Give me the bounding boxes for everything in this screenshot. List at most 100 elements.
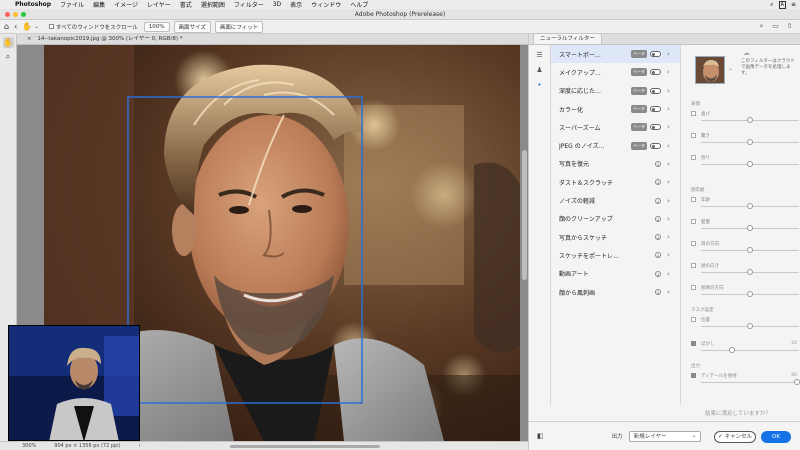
menu-window[interactable]: ウィンドウ	[311, 0, 341, 9]
zoom-100-button[interactable]: 100%	[143, 21, 170, 32]
cancel-button[interactable]: ✓ キャンセル	[714, 431, 756, 443]
filter-row[interactable]: 顔から風刺画 ↓ ›	[551, 283, 680, 301]
fit-screen-button[interactable]: 画面サイズ	[173, 20, 211, 33]
download-icon[interactable]: ↓	[655, 197, 661, 204]
filter-toggle[interactable]	[650, 124, 661, 131]
hand-tool-icon[interactable]: ✋	[2, 37, 14, 48]
filter-row[interactable]: メイクアップ… ベータ ›	[551, 63, 680, 81]
preset-dropdown-icon[interactable]: ⌄	[34, 24, 39, 30]
slider-checkbox[interactable]	[691, 317, 696, 322]
slider-checkbox[interactable]	[691, 133, 696, 138]
minimize-window-button[interactable]	[13, 12, 18, 17]
download-icon[interactable]: ↓	[655, 234, 661, 241]
slider-knob[interactable]	[729, 347, 736, 353]
slider-knob[interactable]	[747, 117, 753, 123]
slider-checkbox[interactable]	[691, 341, 696, 346]
back-icon[interactable]: ‹	[14, 22, 17, 31]
status-chevron-icon[interactable]: ›	[139, 443, 141, 449]
filter-row[interactable]: カラー化 ベータ ›	[551, 100, 680, 118]
menu-select[interactable]: 選択範囲	[201, 0, 225, 9]
chevron-right-icon[interactable]: ›	[667, 105, 672, 113]
slider-knob[interactable]	[747, 291, 753, 297]
filter-row[interactable]: 深度に応じた… ベータ ›	[551, 82, 680, 100]
person-icon[interactable]: ♟	[535, 65, 545, 75]
filter-toggle[interactable]	[650, 51, 661, 58]
slider-checkbox[interactable]	[691, 111, 696, 116]
fill-screen-button[interactable]: 画面にフィット	[214, 20, 264, 33]
menu-edit[interactable]: 編集	[93, 0, 105, 9]
slider-knob[interactable]	[747, 269, 753, 275]
slider-track[interactable]	[701, 382, 799, 383]
ok-button[interactable]: OK	[761, 431, 791, 443]
download-icon[interactable]: ↓	[655, 270, 661, 277]
share-icon[interactable]: ⇧	[785, 22, 794, 31]
horizontal-scrollbar[interactable]	[230, 445, 380, 448]
status-a-icon[interactable]: A	[778, 0, 786, 9]
menu-type[interactable]: 書式	[180, 0, 192, 9]
slider-checkbox[interactable]	[691, 285, 696, 290]
filter-row[interactable]: 顔のクリーンアップ ↓ ›	[551, 210, 680, 228]
chevron-right-icon[interactable]: ›	[667, 233, 672, 241]
slider-checkbox[interactable]	[691, 155, 696, 160]
filter-row[interactable]: 写真を復元 ↓ ›	[551, 155, 680, 173]
download-icon[interactable]: ↓	[655, 252, 661, 259]
menu-layer[interactable]: レイヤー	[147, 0, 171, 9]
satisfaction-question[interactable]: 結果に満足していますか？	[705, 409, 771, 417]
filter-toggle[interactable]	[650, 69, 661, 76]
chevron-right-icon[interactable]: ›	[667, 197, 672, 205]
chevron-right-icon[interactable]: ›	[667, 178, 672, 186]
slider-track[interactable]	[701, 350, 799, 351]
slider-checkbox[interactable]	[691, 197, 696, 202]
filter-row[interactable]: スーパーズーム ベータ ›	[551, 118, 680, 136]
document-tab[interactable]: × 14--takanopic2019.jpg @ 300% (レイヤー 0, …	[17, 34, 528, 45]
filter-row[interactable]: スマートポー… ベータ ›	[551, 45, 680, 64]
filter-row[interactable]: JPEG のノイズ… ベータ ›	[551, 136, 680, 154]
download-icon[interactable]: ↓	[655, 289, 661, 295]
download-icon[interactable]: ↓	[655, 215, 661, 222]
slider-checkbox[interactable]	[691, 219, 696, 224]
status-menu-icon[interactable]: ≡	[791, 1, 796, 8]
all-filters-icon[interactable]: ☰	[535, 50, 545, 60]
filter-row[interactable]: 写真からスケッチ ↓ ›	[551, 228, 680, 246]
slider-knob[interactable]	[747, 225, 753, 231]
menu-help[interactable]: ヘルプ	[350, 0, 368, 9]
filter-toggle[interactable]	[650, 87, 661, 94]
slider-checkbox[interactable]	[691, 263, 696, 268]
filter-toggle[interactable]	[650, 142, 661, 149]
close-window-button[interactable]	[5, 12, 10, 17]
filter-toggle[interactable]	[650, 106, 661, 113]
slider-checkbox[interactable]	[691, 373, 696, 378]
face-thumbnail[interactable]	[695, 56, 725, 84]
menu-filter[interactable]: フィルター	[234, 0, 264, 9]
hand-tool-preset-icon[interactable]: ✋	[22, 22, 32, 31]
filter-row[interactable]: ダスト＆スクラッチ ↓ ›	[551, 173, 680, 191]
vertical-scrollbar[interactable]	[522, 150, 527, 280]
menu-view[interactable]: 表示	[290, 0, 302, 9]
home-icon[interactable]: ⌂	[4, 22, 9, 31]
zoom-tool-icon[interactable]: ⌕	[3, 51, 14, 62]
slider-knob[interactable]	[747, 323, 753, 329]
output-select[interactable]: 新規レイヤー	[628, 430, 701, 442]
layer-panel-icon[interactable]: ◧	[537, 432, 544, 440]
zoom-window-button[interactable]	[21, 12, 26, 17]
filter-row[interactable]: 動画アート ↓ ›	[551, 265, 680, 283]
thumbnail-dropdown-icon[interactable]: ⌄	[728, 65, 733, 72]
slider-knob[interactable]	[747, 247, 753, 253]
chevron-right-icon[interactable]: ›	[667, 142, 672, 150]
close-document-icon[interactable]: ×	[27, 36, 32, 42]
status-search-icon[interactable]: ⌕	[770, 1, 773, 9]
slider-knob[interactable]	[747, 139, 753, 145]
chevron-right-icon[interactable]: ›	[667, 68, 672, 76]
slider-knob[interactable]	[794, 379, 800, 385]
slider-knob[interactable]	[747, 161, 753, 167]
chevron-right-icon[interactable]: ›	[667, 288, 672, 296]
chevron-right-icon[interactable]: ›	[667, 270, 672, 278]
download-icon[interactable]: ↓	[655, 179, 661, 186]
menu-image[interactable]: イメージ	[114, 0, 138, 9]
chevron-right-icon[interactable]: ›	[667, 50, 672, 58]
search-icon[interactable]: ⌕	[757, 22, 766, 31]
chevron-right-icon[interactable]: ›	[667, 215, 672, 223]
workspace-icon[interactable]: ▭	[771, 22, 780, 31]
menu-file[interactable]: ファイル	[60, 0, 84, 9]
slider-checkbox[interactable]	[691, 241, 696, 246]
